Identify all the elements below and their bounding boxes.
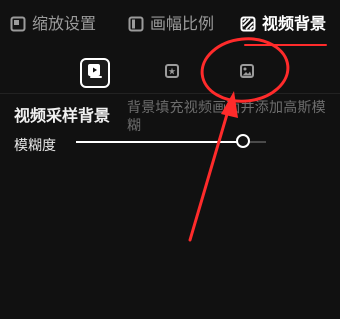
video-background-panel: 缩放设置 画幅比例 视频背景 视频采样背景 背景填充视频画面并添加高斯模糊 模糊… <box>0 0 340 319</box>
tab-label: 视频背景 <box>262 14 327 33</box>
divider <box>0 93 340 94</box>
tab-aspect-ratio[interactable]: 画幅比例 <box>128 10 214 38</box>
video-sample-option-button[interactable] <box>80 58 110 88</box>
blur-slider-fill <box>76 141 243 143</box>
tab-label: 画幅比例 <box>150 14 215 33</box>
aspect-ratio-icon <box>128 16 144 32</box>
top-tabs: 缩放设置 画幅比例 视频背景 <box>0 0 340 48</box>
tab-label: 缩放设置 <box>32 14 97 33</box>
video-sample-icon <box>86 62 104 84</box>
tab-video-background[interactable]: 视频背景 <box>240 10 326 38</box>
blur-slider[interactable] <box>76 134 266 148</box>
active-tab-indicator <box>244 44 327 46</box>
background-type-options <box>0 52 340 92</box>
color-option-button[interactable] <box>157 58 187 88</box>
image-option-button[interactable] <box>232 58 262 88</box>
section-title: 视频采样背景 <box>14 106 111 125</box>
blur-slider-thumb[interactable] <box>236 134 250 148</box>
zoom-settings-icon <box>10 16 26 32</box>
image-icon <box>239 63 255 83</box>
blur-label: 模糊度 <box>14 138 56 154</box>
color-icon <box>164 63 180 83</box>
video-background-icon <box>240 16 256 32</box>
tab-zoom-settings[interactable]: 缩放设置 <box>10 10 96 38</box>
section-description: 背景填充视频画面并添加高斯模糊 <box>127 100 326 134</box>
